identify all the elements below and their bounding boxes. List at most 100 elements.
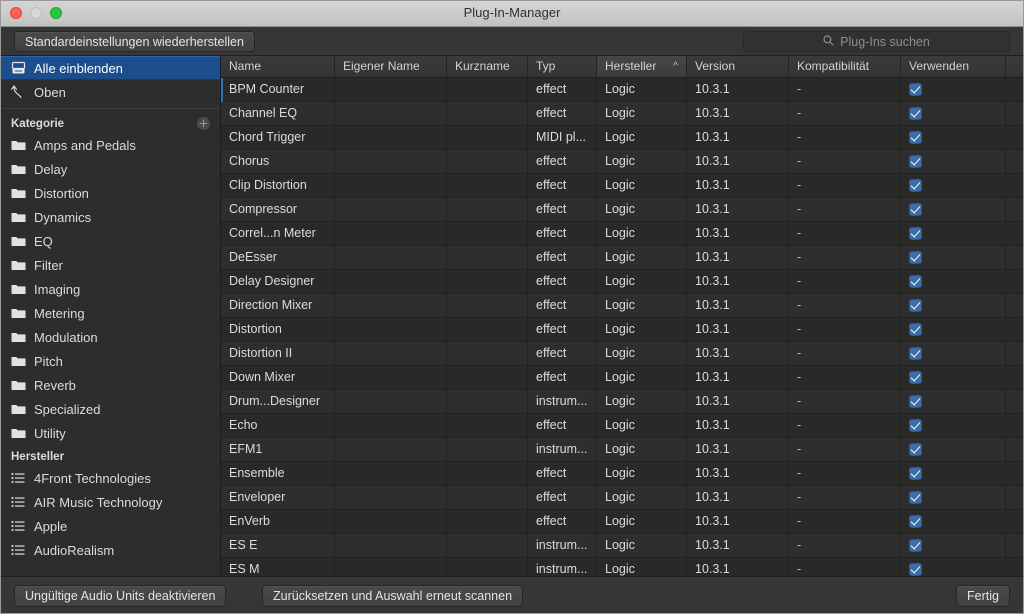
sidebar-item-alle-einblenden[interactable]: Alle einblenden <box>0 56 220 80</box>
sidebar-category-item[interactable]: Modulation <box>0 325 220 349</box>
use-checkbox[interactable] <box>909 419 922 432</box>
sidebar-category-item[interactable]: Imaging <box>0 277 220 301</box>
table-row[interactable]: Chorus effect Logic 10.3.1- <box>221 150 1024 174</box>
sidebar-manufacturer-item[interactable]: AIR Music Technology <box>0 490 220 514</box>
deactivate-invalid-audio-units-button[interactable]: Ungültige Audio Units deaktivieren <box>14 585 227 607</box>
table-row[interactable]: ES E instrum... Logic 10.3.1- <box>221 534 1024 558</box>
use-checkbox[interactable] <box>909 395 922 408</box>
column-header-use[interactable]: Verwenden <box>901 56 1006 77</box>
use-checkbox[interactable] <box>909 539 922 552</box>
sidebar-category-item[interactable]: Amps and Pedals <box>0 133 220 157</box>
use-checkbox[interactable] <box>909 83 922 96</box>
column-header-custom_name[interactable]: Eigener Name <box>335 56 447 77</box>
sidebar-category-item[interactable]: Utility <box>0 421 220 445</box>
sidebar-category-item[interactable]: Dynamics <box>0 205 220 229</box>
folder-icon <box>10 257 26 273</box>
table-row[interactable]: Correl...n Meter effect Logic 10.3.1- <box>221 222 1024 246</box>
table-row[interactable]: Clip Distortion effect Logic 10.3.1- <box>221 174 1024 198</box>
cell-compatibility: - <box>789 246 901 269</box>
use-checkbox[interactable] <box>909 371 922 384</box>
column-header-name[interactable]: Name <box>221 56 335 77</box>
use-checkbox[interactable] <box>909 563 922 576</box>
sidebar-category-item[interactable]: Pitch <box>0 349 220 373</box>
sidebar-category-item[interactable]: EQ <box>0 229 220 253</box>
cell-version: 10.3.1 <box>687 126 789 149</box>
reset-and-rescan-button[interactable]: Zurücksetzen und Auswahl erneut scannen <box>262 585 524 607</box>
use-checkbox[interactable] <box>909 515 922 528</box>
use-checkbox[interactable] <box>909 131 922 144</box>
table-row[interactable]: Delay Designer effect Logic 10.3.1- <box>221 270 1024 294</box>
use-checkbox[interactable] <box>909 203 922 216</box>
table-row[interactable]: EnVerb effect Logic 10.3.1- <box>221 510 1024 534</box>
table-row[interactable]: Compressor effect Logic 10.3.1- <box>221 198 1024 222</box>
cell-name: Distortion II <box>221 342 335 365</box>
cell-type: effect <box>528 174 597 197</box>
cell-manufacturer: Logic <box>597 246 687 269</box>
cell-compatibility: - <box>789 294 901 317</box>
column-header-compatibility[interactable]: Kompatibilität <box>789 56 901 77</box>
use-checkbox[interactable] <box>909 323 922 336</box>
table-row[interactable]: Echo effect Logic 10.3.1- <box>221 414 1024 438</box>
use-checkbox[interactable] <box>909 443 922 456</box>
cell-name: Chord Trigger <box>221 126 335 149</box>
cell-custom_name <box>335 558 447 576</box>
column-header-short_name[interactable]: Kurzname <box>447 56 528 77</box>
sidebar-category-item[interactable]: Reverb <box>0 373 220 397</box>
sidebar-manufacturer-item[interactable]: 4Front Technologies <box>0 466 220 490</box>
cell-spacer <box>1006 102 1024 125</box>
sidebar-category-item[interactable]: Filter <box>0 253 220 277</box>
use-checkbox[interactable] <box>909 347 922 360</box>
use-checkbox[interactable] <box>909 275 922 288</box>
table-row[interactable]: BPM Counter effect Logic 10.3.1- <box>221 78 1024 102</box>
table-row[interactable]: Distortion effect Logic 10.3.1- <box>221 318 1024 342</box>
use-checkbox[interactable] <box>909 227 922 240</box>
sidebar-manufacturer-item[interactable]: AudioRealism <box>0 538 220 562</box>
use-checkbox[interactable] <box>909 491 922 504</box>
use-checkbox[interactable] <box>909 467 922 480</box>
sidebar-manufacturer-item[interactable]: Apple <box>0 514 220 538</box>
use-checkbox[interactable] <box>909 107 922 120</box>
column-header-manufacturer[interactable]: Hersteller ^ <box>597 56 687 77</box>
plus-circle-icon[interactable] <box>197 117 210 130</box>
column-header-label: Eigener Name <box>343 59 420 73</box>
use-checkbox-cell <box>901 534 1006 557</box>
table-row[interactable]: Down Mixer effect Logic 10.3.1- <box>221 366 1024 390</box>
done-button[interactable]: Fertig <box>956 585 1010 607</box>
table-row[interactable]: Drum...Designer instrum... Logic 10.3.1- <box>221 390 1024 414</box>
table-row[interactable]: Chord Trigger MIDI pl... Logic 10.3.1- <box>221 126 1024 150</box>
column-header-spacer[interactable] <box>1006 56 1024 77</box>
use-checkbox[interactable] <box>909 251 922 264</box>
use-checkbox-cell <box>901 126 1006 149</box>
cell-custom_name <box>335 126 447 149</box>
column-header-version[interactable]: Version <box>687 56 789 77</box>
sidebar-item-oben[interactable]: Oben <box>0 80 220 104</box>
cell-spacer <box>1006 486 1024 509</box>
table-row[interactable]: EFM1 instrum... Logic 10.3.1- <box>221 438 1024 462</box>
restore-defaults-button[interactable]: Standardeinstellungen wiederherstellen <box>14 31 255 52</box>
cell-short_name <box>447 222 528 245</box>
use-checkbox[interactable] <box>909 155 922 168</box>
table-row[interactable]: Direction Mixer effect Logic 10.3.1- <box>221 294 1024 318</box>
search-input[interactable]: Plug-Ins suchen <box>743 31 1010 52</box>
table-row[interactable]: Channel EQ effect Logic 10.3.1- <box>221 102 1024 126</box>
use-checkbox-cell <box>901 318 1006 341</box>
sidebar-category-item[interactable]: Specialized <box>0 397 220 421</box>
cell-type: effect <box>528 222 597 245</box>
cell-version: 10.3.1 <box>687 270 789 293</box>
list-icon <box>10 470 26 486</box>
sidebar-category-item[interactable]: Distortion <box>0 181 220 205</box>
use-checkbox[interactable] <box>909 179 922 192</box>
cell-custom_name <box>335 198 447 221</box>
sidebar-category-item[interactable]: Delay <box>0 157 220 181</box>
cell-type: effect <box>528 510 597 533</box>
column-header-type[interactable]: Typ <box>528 56 597 77</box>
table-row[interactable]: ES M instrum... Logic 10.3.1- <box>221 558 1024 576</box>
sidebar-category-item[interactable]: Metering <box>0 301 220 325</box>
table-row[interactable]: Enveloper effect Logic 10.3.1- <box>221 486 1024 510</box>
folder-icon <box>10 233 26 249</box>
cell-manufacturer: Logic <box>597 78 687 101</box>
use-checkbox[interactable] <box>909 299 922 312</box>
table-row[interactable]: Ensemble effect Logic 10.3.1- <box>221 462 1024 486</box>
table-row[interactable]: Distortion II effect Logic 10.3.1- <box>221 342 1024 366</box>
table-row[interactable]: DeEsser effect Logic 10.3.1- <box>221 246 1024 270</box>
